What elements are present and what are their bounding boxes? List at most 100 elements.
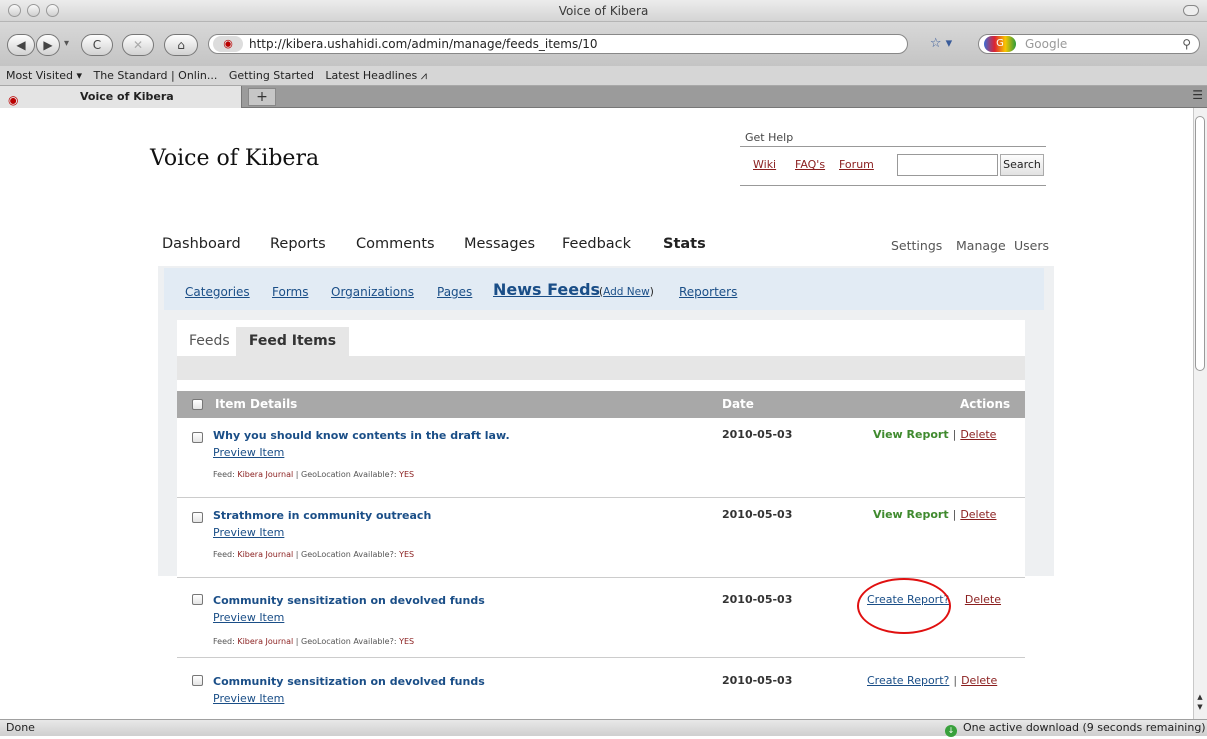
preview-item-link[interactable]: Preview Item bbox=[213, 446, 284, 459]
help-search-button[interactable]: Search bbox=[1000, 154, 1044, 176]
table-header: Item Details Date Actions bbox=[177, 391, 1025, 418]
help-search-input[interactable] bbox=[897, 154, 998, 176]
stop-button[interactable]: ✕ bbox=[122, 34, 154, 56]
status-bar: Done ↓ One active download (9 seconds rem… bbox=[0, 719, 1207, 737]
scrollbar-thumb[interactable] bbox=[1195, 116, 1205, 371]
feed-meta: Feed: Kibera Journal | GeoLocation Avail… bbox=[213, 550, 414, 559]
tab-feed-items[interactable]: Feed Items bbox=[236, 327, 349, 356]
subnav-add-new: (Add New) bbox=[599, 286, 654, 298]
feed-label: Feed: bbox=[213, 550, 235, 559]
download-text: One active download (9 seconds remaining… bbox=[963, 721, 1206, 734]
download-icon: ↓ bbox=[945, 725, 957, 737]
download-status[interactable]: ↓ One active download (9 seconds remainin… bbox=[945, 720, 1206, 737]
tab-feeds[interactable]: Feeds bbox=[177, 327, 242, 355]
forward-button[interactable]: ▶ bbox=[36, 34, 60, 56]
nav-manage[interactable]: Manage bbox=[956, 238, 1006, 253]
nav-messages[interactable]: Messages bbox=[464, 236, 535, 252]
nav-reports[interactable]: Reports bbox=[270, 236, 326, 252]
google-search-engine-icon[interactable]: G bbox=[984, 36, 1016, 52]
nav-dashboard[interactable]: Dashboard bbox=[162, 236, 241, 252]
status-text: Done bbox=[6, 721, 35, 734]
help-link-forum[interactable]: Forum bbox=[839, 158, 874, 171]
row-checkbox[interactable] bbox=[192, 512, 203, 523]
nav-settings[interactable]: Settings bbox=[891, 238, 942, 253]
scroll-arrows-icon[interactable]: ▲ ▼ bbox=[1193, 688, 1207, 716]
geo-value: YES bbox=[399, 550, 415, 559]
paren-close: ) bbox=[649, 286, 654, 298]
delete-link[interactable]: Delete bbox=[965, 593, 1001, 606]
subnav-organizations[interactable]: Organizations bbox=[331, 285, 414, 299]
feed-name: Kibera Journal bbox=[237, 470, 294, 479]
bookmarks-bar: Most Visited ▾ The Standard | Onlin... G… bbox=[0, 66, 1207, 86]
home-button[interactable]: ⌂ bbox=[164, 34, 198, 56]
toolbar-toggle-icon[interactable] bbox=[1183, 5, 1199, 16]
subnav-news-feeds[interactable]: News Feeds bbox=[493, 280, 600, 299]
view-report-link[interactable]: View Report bbox=[873, 508, 949, 521]
bookmark-star-icon[interactable]: ☆ ▾ bbox=[913, 34, 969, 54]
delete-link[interactable]: Delete bbox=[961, 674, 997, 687]
tab-list-icon[interactable]: ☰ bbox=[1192, 88, 1203, 102]
url-text: http://kibera.ushahidi.com/admin/manage/… bbox=[249, 37, 598, 51]
help-link-wiki[interactable]: Wiki bbox=[753, 158, 776, 171]
search-engine-placeholder: Google bbox=[1025, 37, 1068, 51]
forward-arrow-icon: ▶ bbox=[43, 38, 53, 52]
feed-meta: Feed: Kibera Journal | GeoLocation Avail… bbox=[213, 470, 414, 479]
row-checkbox[interactable] bbox=[192, 432, 203, 443]
back-button[interactable]: ◀ bbox=[7, 34, 35, 56]
search-icon[interactable]: ⚲ bbox=[1182, 35, 1191, 53]
delete-link[interactable]: Delete bbox=[960, 428, 996, 441]
geo-value: YES bbox=[399, 470, 415, 479]
bookmark-most-visited[interactable]: Most Visited ▾ bbox=[6, 69, 82, 82]
url-bar[interactable]: ◉ http://kibera.ushahidi.com/admin/manag… bbox=[208, 34, 908, 54]
site-identity-icon[interactable]: ◉ bbox=[213, 36, 243, 52]
row-checkbox[interactable] bbox=[192, 675, 203, 686]
bookmark-getting-started[interactable]: Getting Started bbox=[229, 69, 314, 82]
feed-name: Kibera Journal bbox=[237, 637, 294, 646]
browser-tab-voice-of-kibera[interactable]: ◉ Voice of Kibera bbox=[0, 86, 242, 108]
preview-item-link[interactable]: Preview Item bbox=[213, 692, 284, 705]
action-separator: | bbox=[952, 508, 957, 521]
header-actions: Actions bbox=[960, 397, 1011, 411]
feed-item-title[interactable]: Why you should know contents in the draf… bbox=[213, 429, 510, 442]
item-date: 2010-05-03 bbox=[722, 593, 793, 606]
header-date: Date bbox=[722, 397, 754, 411]
feed-item-title[interactable]: Strathmore in community outreach bbox=[213, 509, 431, 522]
feed-label: Feed: bbox=[213, 637, 235, 646]
stop-icon: ✕ bbox=[132, 38, 144, 52]
feed-label: Feed: bbox=[213, 470, 235, 479]
item-date: 2010-05-03 bbox=[722, 428, 793, 441]
subnav-reporters[interactable]: Reporters bbox=[679, 285, 737, 299]
new-tab-button[interactable]: + bbox=[248, 88, 276, 106]
bookmark-the-standard[interactable]: The Standard | Onlin... bbox=[93, 69, 217, 82]
feed-item-title[interactable]: Community sensitization on devolved fund… bbox=[213, 675, 485, 688]
bookmark-latest-headlines[interactable]: Latest Headlines ⩘ bbox=[325, 69, 427, 82]
reload-icon: C bbox=[92, 38, 102, 52]
search-engine-box[interactable]: G Google ⚲ bbox=[978, 34, 1200, 54]
nav-users[interactable]: Users bbox=[1014, 238, 1049, 253]
table-row: Why you should know contents in the draf… bbox=[177, 418, 1025, 498]
nav-feedback[interactable]: Feedback bbox=[562, 236, 631, 252]
highlight-circle-annotation bbox=[857, 578, 951, 634]
preview-item-link[interactable]: Preview Item bbox=[213, 526, 284, 539]
create-report-link[interactable]: Create Report? bbox=[867, 674, 949, 687]
help-label: Get Help bbox=[745, 131, 794, 144]
help-link-faqs[interactable]: FAQ's bbox=[795, 158, 825, 171]
subnav-forms[interactable]: Forms bbox=[272, 285, 308, 299]
nav-stats[interactable]: Stats bbox=[663, 236, 706, 252]
subnav-pages[interactable]: Pages bbox=[437, 285, 472, 299]
delete-link[interactable]: Delete bbox=[960, 508, 996, 521]
table-row: Strathmore in community outreach Preview… bbox=[177, 498, 1025, 578]
row-checkbox[interactable] bbox=[192, 594, 203, 605]
nav-comments[interactable]: Comments bbox=[356, 236, 435, 252]
select-all-checkbox[interactable] bbox=[192, 399, 203, 410]
feed-item-title[interactable]: Community sensitization on devolved fund… bbox=[213, 594, 485, 607]
history-dropdown-icon[interactable]: ▾ bbox=[64, 38, 69, 49]
reload-button[interactable]: C bbox=[81, 34, 113, 56]
action-separator: | bbox=[953, 674, 958, 687]
preview-item-link[interactable]: Preview Item bbox=[213, 611, 284, 624]
add-new-link[interactable]: Add New bbox=[603, 286, 650, 298]
geo-label: GeoLocation Available?: bbox=[301, 637, 397, 646]
view-report-link[interactable]: View Report bbox=[873, 428, 949, 441]
subnav-categories[interactable]: Categories bbox=[185, 285, 250, 299]
feed-name: Kibera Journal bbox=[237, 550, 294, 559]
